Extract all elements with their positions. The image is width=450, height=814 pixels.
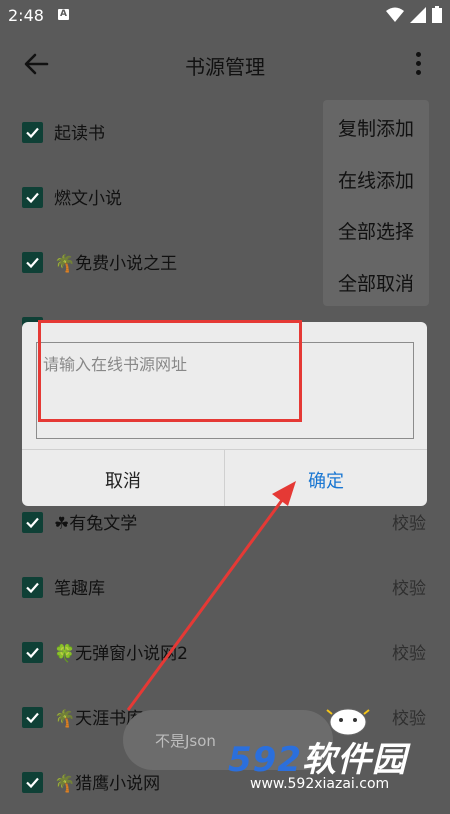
watermark: 592软件园 www.592xiazai.com: [228, 708, 450, 800]
toast-text: 不是Json: [155, 732, 216, 750]
watermark-url: www.592xiazai.com: [250, 776, 390, 792]
watermark-logo: 592软件园: [228, 740, 407, 780]
annotation-arrow: [126, 481, 296, 711]
